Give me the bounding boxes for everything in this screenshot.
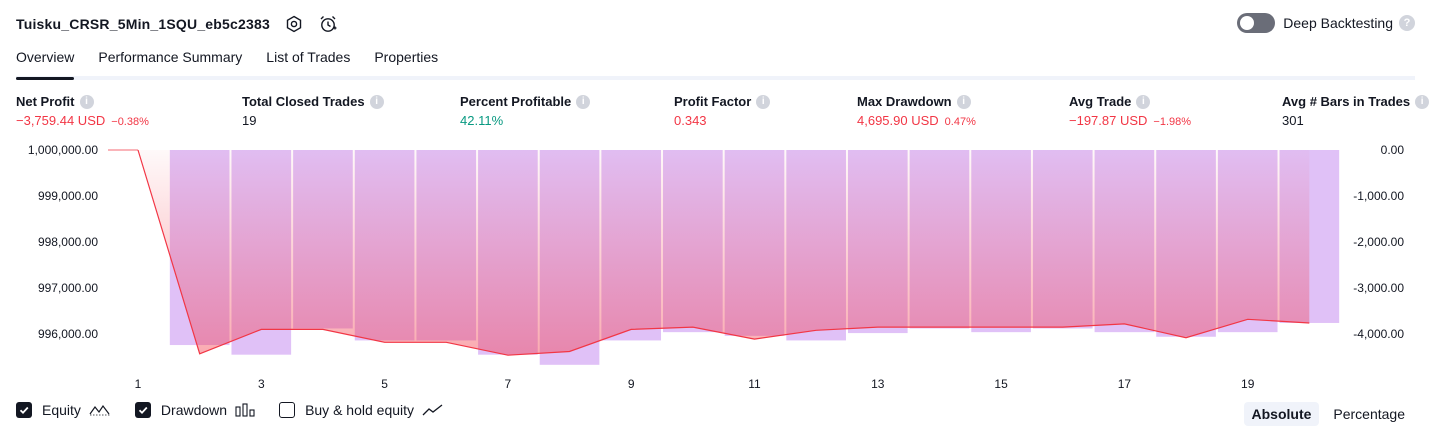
deep-backtesting: Deep Backtesting ?	[1237, 13, 1415, 33]
stat-label: Total Closed Trades	[242, 94, 365, 109]
percentage-button[interactable]: Percentage	[1325, 402, 1413, 426]
legend-buy-hold-equity[interactable]: Buy & hold equity	[279, 402, 444, 418]
strategy-name: Tuisku_CRSR_5Min_1SQU_eb5c2383	[16, 16, 270, 32]
equity-area	[108, 149, 1310, 356]
stat-label: Max Drawdown	[857, 94, 952, 109]
info-icon[interactable]: i	[79, 94, 94, 109]
stat-total-closed-trades: Total Closed Trades i 19	[242, 94, 384, 128]
x-tick-label: 15	[994, 377, 1008, 391]
x-tick-label: 1	[135, 377, 142, 391]
x-tick-label: 3	[258, 377, 265, 391]
stat-label: Net Profit	[16, 94, 75, 109]
stat-value: 0.343	[674, 113, 707, 128]
left-tick-label: 998,000.00	[38, 235, 98, 249]
equity-drawdown-chart[interactable]: 1,000,000.00 999,000.00 998,000.00 997,000.…	[0, 140, 1431, 396]
stat-value: 301	[1282, 113, 1304, 128]
stat-profit-factor: Profit Factor i 0.343	[674, 94, 771, 128]
checkbox-unchecked[interactable]	[279, 402, 296, 418]
x-tick-label: 9	[628, 377, 635, 391]
stats-row: Net Profit i −3,759.44 USD −0.38% Total Cl…	[16, 94, 1430, 134]
stat-value: −3,759.44 USD	[16, 113, 106, 128]
stat-label: Avg # Bars in Trades	[1282, 94, 1411, 109]
legend-label: Equity	[42, 402, 81, 418]
tab-properties[interactable]: Properties	[374, 46, 438, 76]
chart-legend: Equity Drawdown Buy & hold equity	[16, 402, 468, 418]
tab-bar: Overview Performance Summary List of Tra…	[16, 46, 1415, 80]
info-icon[interactable]: i	[369, 94, 384, 109]
equity-line-icon	[89, 403, 111, 417]
stat-pct: −1.98%	[1153, 116, 1192, 128]
absolute-button[interactable]: Absolute	[1243, 402, 1320, 426]
info-icon[interactable]: i	[756, 94, 771, 109]
checkbox-checked[interactable]	[134, 402, 151, 418]
x-tick-label: 5	[381, 377, 388, 391]
help-icon[interactable]: ?	[1399, 15, 1415, 31]
stat-value: 42.11%	[460, 113, 504, 128]
left-tick-label: 1,000,000.00	[28, 143, 98, 157]
tab-overview[interactable]: Overview	[16, 46, 75, 80]
right-axis: 0.00 -1,000.00 -2,000.00 -3,000.00 -4,000.00	[1353, 143, 1404, 341]
legend-label: Buy & hold equity	[305, 402, 415, 418]
left-tick-label: 997,000.00	[38, 281, 98, 295]
stat-pct: 0.47%	[944, 116, 976, 128]
checkbox-checked[interactable]	[16, 402, 32, 418]
equity-area-fill	[138, 150, 1310, 356]
legend-equity[interactable]: Equity	[16, 402, 111, 418]
stat-value: 4,695.90 USD	[857, 113, 939, 128]
x-axis: 1 3 5 7 9 11 13 15 17 19	[135, 377, 1255, 391]
x-tick-label: 13	[871, 377, 885, 391]
stat-label: Percent Profitable	[460, 94, 572, 109]
alarm-clock-icon[interactable]	[318, 14, 338, 34]
right-tick-label: 0.00	[1381, 143, 1405, 157]
left-axis: 1,000,000.00 999,000.00 998,000.00 997,000.…	[28, 143, 98, 341]
info-icon[interactable]: i	[956, 94, 971, 109]
x-tick-label: 17	[1118, 377, 1132, 391]
legend-drawdown[interactable]: Drawdown	[134, 402, 255, 418]
stat-net-profit: Net Profit i −3,759.44 USD −0.38%	[16, 94, 149, 128]
drawdown-bars-icon	[235, 403, 255, 417]
stat-max-drawdown: Max Drawdown i 4,695.90 USD 0.47%	[857, 94, 976, 128]
right-tick-label: -1,000.00	[1353, 189, 1404, 203]
deep-backtesting-label: Deep Backtesting	[1283, 15, 1393, 31]
scale-switch: Absolute Percentage	[1238, 402, 1414, 426]
tab-performance-summary[interactable]: Performance Summary	[98, 46, 242, 76]
stat-avg-bars: Avg # Bars in Trades i 301	[1282, 94, 1430, 128]
stat-value: −197.87 USD	[1069, 113, 1148, 128]
right-tick-label: -4,000.00	[1353, 327, 1404, 341]
buy-hold-line-icon	[422, 403, 444, 417]
x-tick-label: 7	[505, 377, 512, 391]
deep-backtesting-toggle[interactable]	[1237, 13, 1276, 33]
stat-label: Avg Trade	[1069, 94, 1132, 109]
left-tick-label: 999,000.00	[38, 189, 98, 203]
toggle-knob	[1240, 16, 1255, 30]
right-tick-label: -2,000.00	[1353, 235, 1404, 249]
left-tick-label: 996,000.00	[38, 327, 98, 341]
legend-label: Drawdown	[160, 402, 228, 418]
right-tick-label: -3,000.00	[1353, 281, 1404, 295]
stat-value: 19	[242, 113, 257, 128]
x-tick-label: 11	[748, 377, 761, 391]
stat-avg-trade: Avg Trade i −197.87 USD −1.98%	[1069, 94, 1191, 128]
info-icon[interactable]: i	[1415, 94, 1430, 109]
strategy-header: Tuisku_CRSR_5Min_1SQU_eb5c2383	[16, 12, 338, 36]
info-icon[interactable]: i	[1136, 94, 1151, 109]
info-icon[interactable]: i	[576, 94, 591, 109]
settings-icon[interactable]	[284, 14, 304, 34]
stat-label: Profit Factor	[674, 94, 752, 109]
tab-list-of-trades[interactable]: List of Trades	[266, 46, 350, 76]
stat-pct: −0.38%	[111, 116, 149, 128]
x-tick-label: 19	[1241, 377, 1255, 391]
stat-percent-profitable: Percent Profitable i 42.11%	[460, 94, 591, 128]
